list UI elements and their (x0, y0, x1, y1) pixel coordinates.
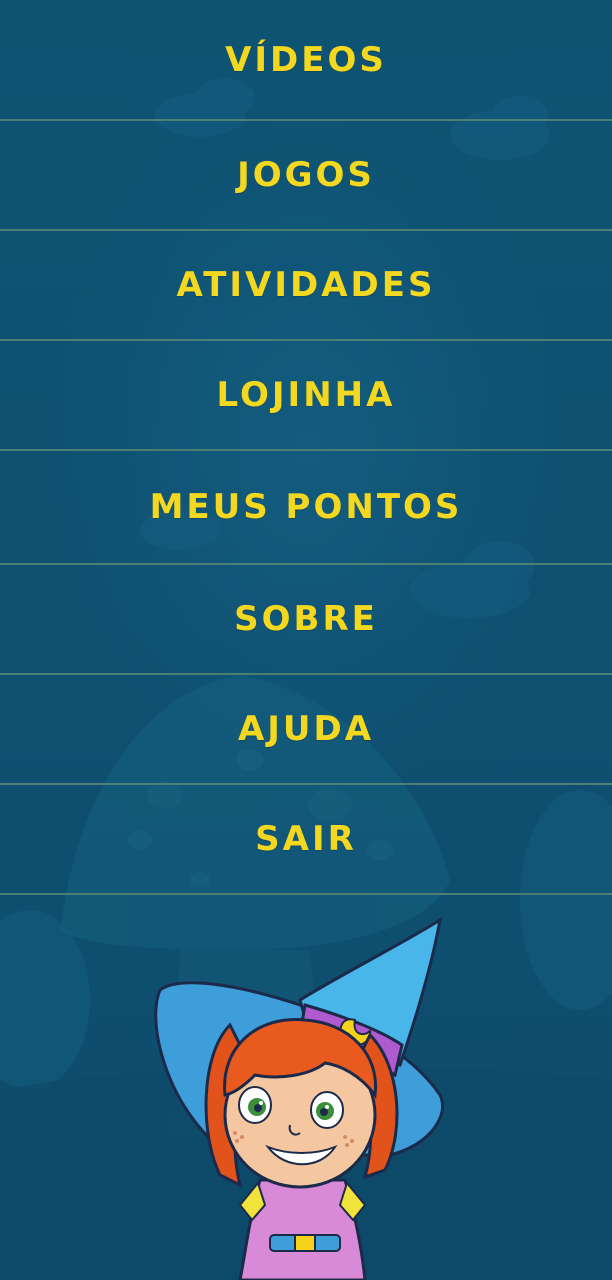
menu-item-label: LOJINHA (216, 375, 396, 415)
menu-item-label: SAIR (255, 819, 357, 859)
menu-item-label: SOBRE (234, 599, 378, 639)
menu-item-label: ATIVIDADES (176, 265, 436, 305)
menu-item-label: AJUDA (237, 709, 375, 749)
menu-item-label: MEUS PONTOS (149, 487, 463, 527)
menu-item-label: VÍDEOS (225, 39, 387, 80)
menu-item-jogos[interactable]: JOGOS (0, 121, 612, 231)
menu-item-meus-pontos[interactable]: MEUS PONTOS (0, 451, 612, 565)
menu-item-label: JOGOS (237, 155, 375, 195)
menu-item-videos[interactable]: VÍDEOS (0, 0, 612, 121)
menu-item-sobre[interactable]: SOBRE (0, 565, 612, 675)
witch-girl-mascot (154, 916, 444, 1280)
menu-item-ajuda[interactable]: AJUDA (0, 675, 612, 785)
main-menu: VÍDEOS JOGOS ATIVIDADES LOJINHA MEUS PON… (0, 0, 612, 895)
menu-item-atividades[interactable]: ATIVIDADES (0, 231, 612, 341)
menu-item-sair[interactable]: SAIR (0, 785, 612, 895)
menu-item-lojinha[interactable]: LOJINHA (0, 341, 612, 451)
